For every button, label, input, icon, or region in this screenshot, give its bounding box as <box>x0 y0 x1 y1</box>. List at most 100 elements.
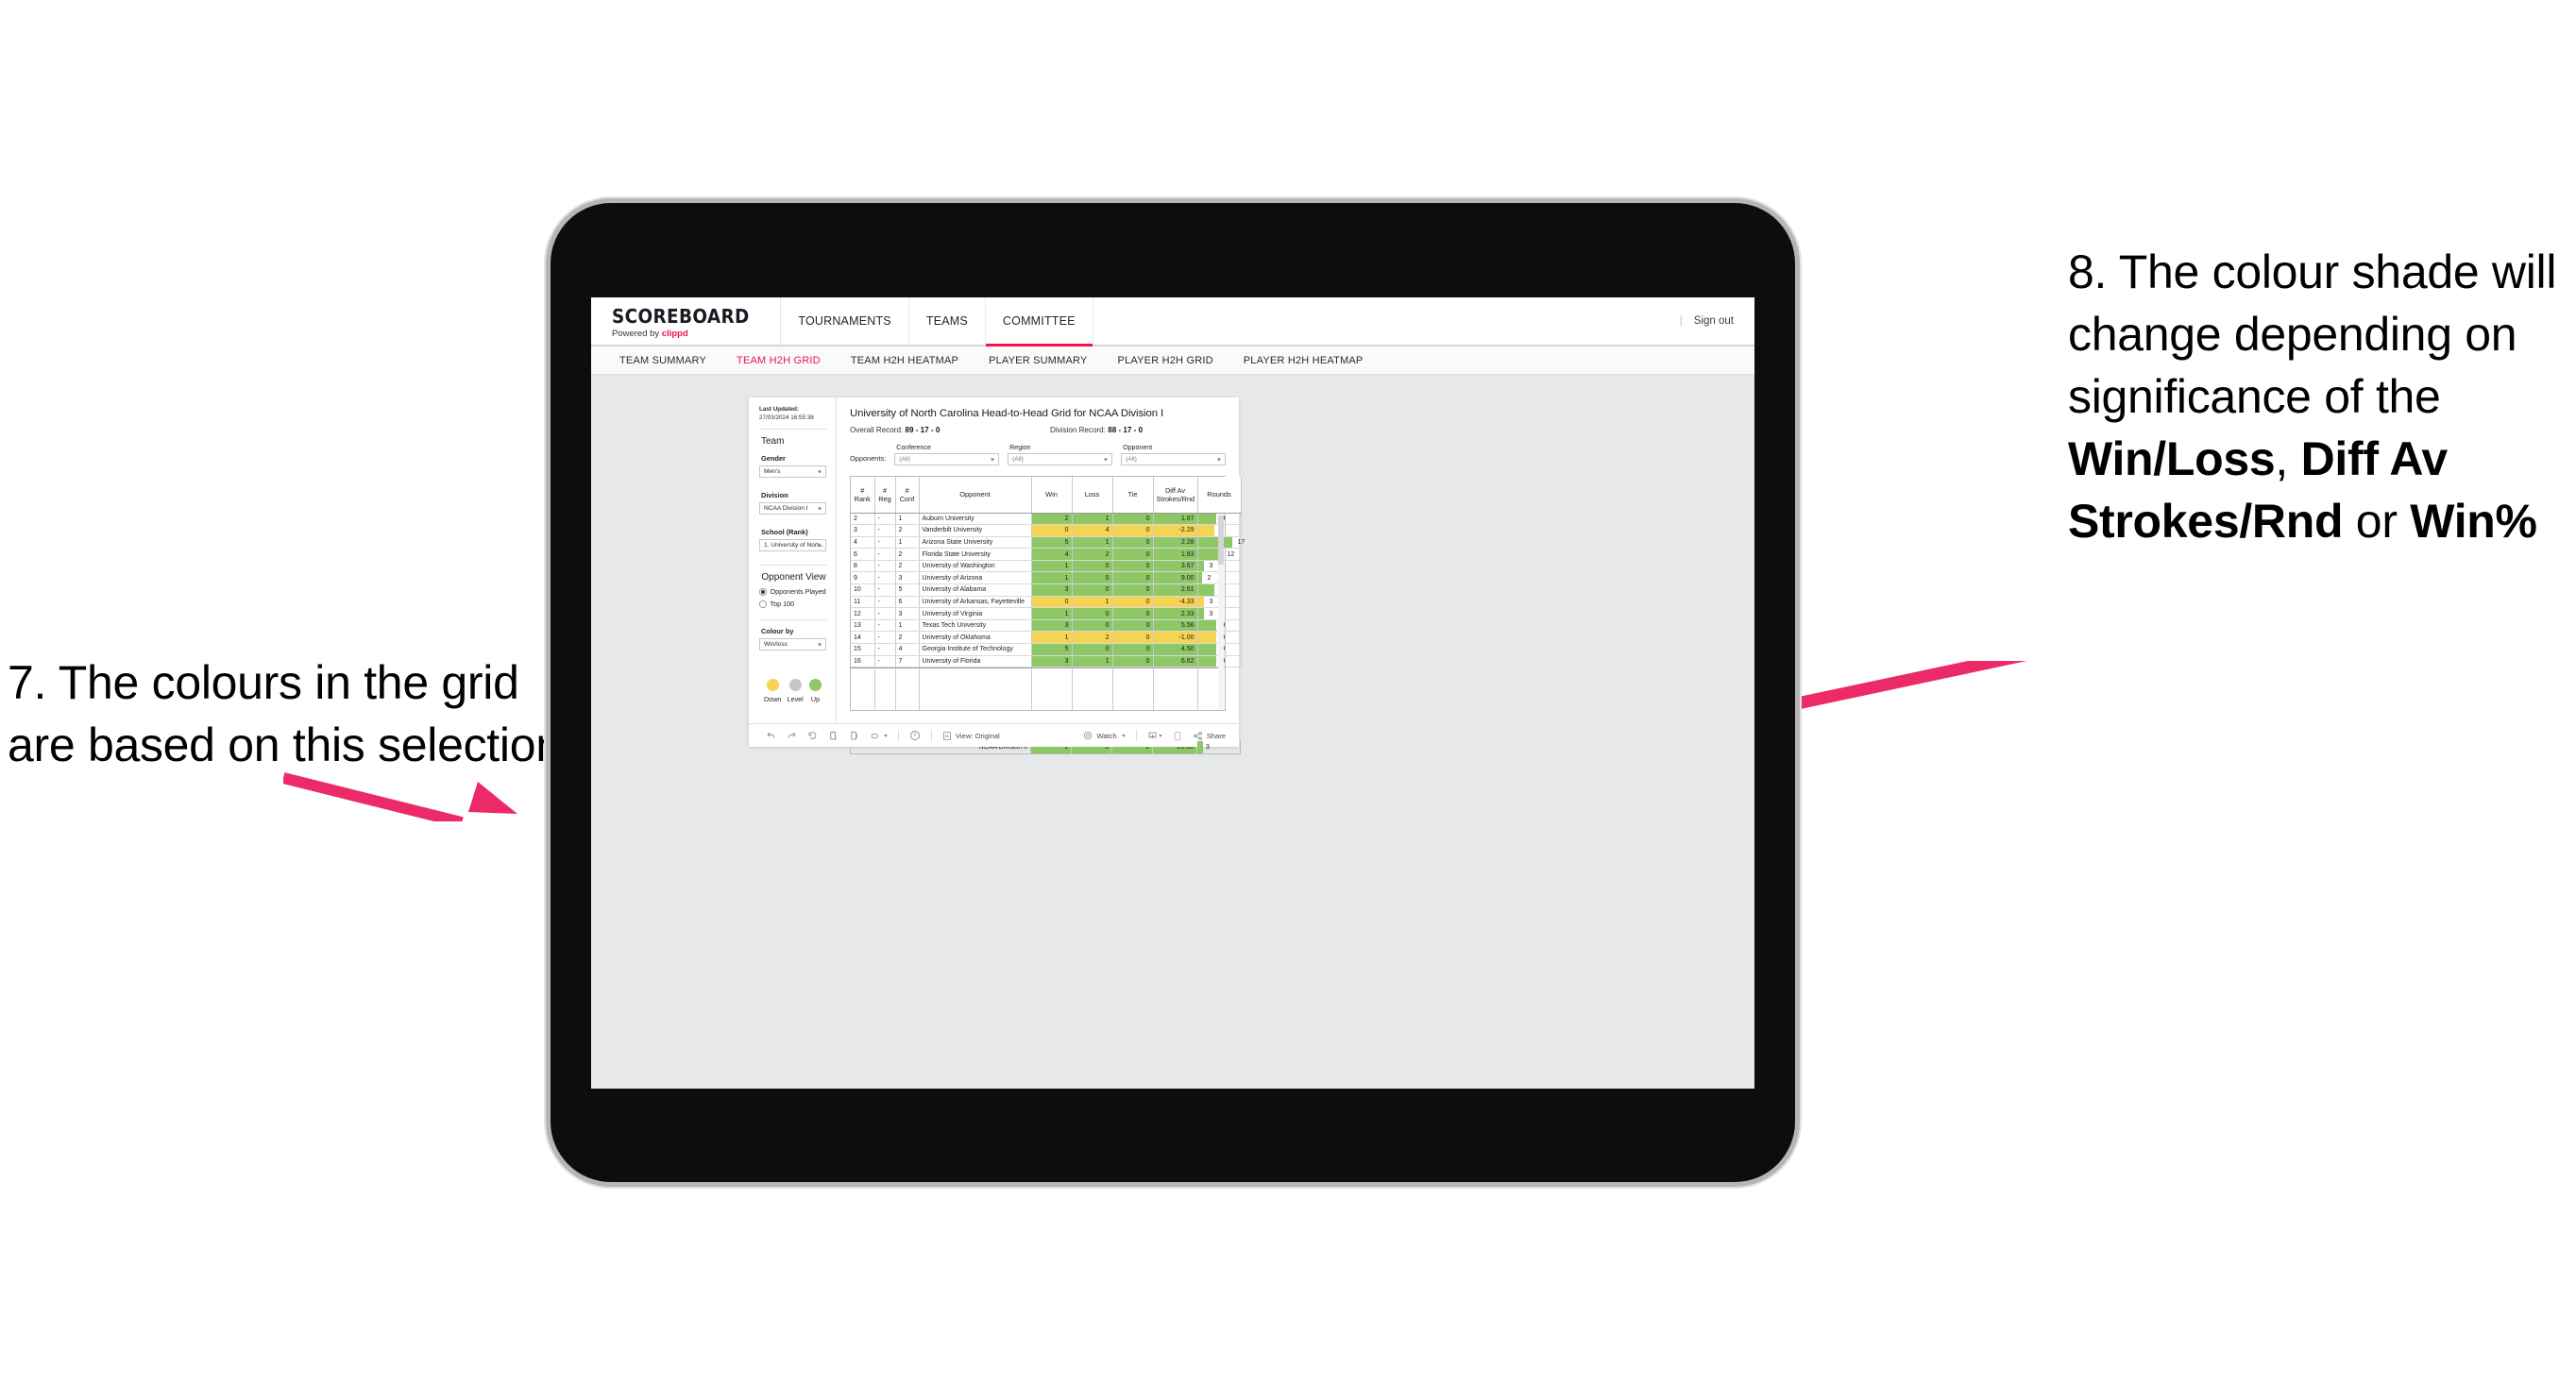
undo-history-icon[interactable] <box>870 731 888 741</box>
legend-item-down: Down <box>764 679 781 703</box>
subnav-item-team-h2h-grid[interactable]: TEAM H2H GRID <box>721 355 836 366</box>
watch-button[interactable]: Watch <box>1083 731 1126 740</box>
colour-by-select[interactable]: Win/loss <box>759 638 826 651</box>
device-preview-icon[interactable] <box>1173 731 1182 741</box>
cell-opponent: University of Alabama <box>919 583 1032 597</box>
view-original-button[interactable]: View: Original <box>942 731 1000 741</box>
school-rank-select[interactable]: 1. University of Nort... <box>759 539 826 552</box>
cell-diff-av-strokes: 4.50 <box>1153 643 1198 656</box>
region-select[interactable]: (All) <box>1008 453 1113 465</box>
cell-conf: 2 <box>895 560 920 573</box>
table-row[interactable]: 8-2 University of Washington 1 0 0 3.67 3 <box>851 560 1242 573</box>
table-scrollbar[interactable] <box>1218 514 1224 710</box>
chevron-down-icon <box>1216 458 1221 461</box>
radio-icon-selected <box>759 588 767 596</box>
opponent-select[interactable]: (All) <box>1121 453 1226 465</box>
col-conf-l1: # <box>905 485 909 495</box>
table-row[interactable]: 10-5University of Alabama3002.618 <box>851 583 1242 597</box>
rounds-bar <box>1197 644 1216 655</box>
refresh-data-icon[interactable] <box>828 731 839 741</box>
subnav-item-team-h2h-heatmap[interactable]: TEAM H2H HEATMAP <box>836 355 974 366</box>
toolbar-divider-2 <box>931 730 932 741</box>
annotation-8-mid2: or <box>2343 495 2411 548</box>
brand-logo: SCOREBOARD Powered by clippd <box>591 297 782 345</box>
cell-opponent: Florida State University <box>919 548 1032 561</box>
cell-rank: 16 <box>851 655 875 668</box>
table-row[interactable]: 6-2 Florida State University 4 2 0 1.83 12 <box>851 548 1242 561</box>
redo-icon[interactable] <box>787 731 797 741</box>
cell-reg: - <box>874 513 896 526</box>
cell-reg: - <box>874 619 896 633</box>
main-content: University of North Carolina Head-to-Hea… <box>837 397 1245 754</box>
col-win: Win <box>1031 477 1073 514</box>
primary-nav: TOURNAMENTS TEAMS COMMITTEE <box>781 297 1093 346</box>
pause-auto-update-icon[interactable] <box>909 730 921 741</box>
app-header: SCOREBOARD Powered by clippd TOURNAMENTS… <box>591 297 1754 346</box>
cell-loss: 0 <box>1072 583 1113 597</box>
col-diff-l2: Strokes/Rnd <box>1156 494 1195 503</box>
school-rank-value: 1. University of Nort... <box>764 542 824 549</box>
subnav-item-player-summary[interactable]: PLAYER SUMMARY <box>974 355 1102 366</box>
table-scrollbar-thumb[interactable] <box>1218 516 1224 565</box>
division-select[interactable]: NCAA Division I <box>759 502 826 516</box>
download-icon[interactable] <box>1147 731 1162 741</box>
rounds-bar <box>1197 572 1202 584</box>
table-row[interactable]: 13-1Texas Tech University3005.569 <box>851 619 1242 633</box>
cell-loss: 0 <box>1072 619 1113 633</box>
chevron-down-icon <box>818 470 822 474</box>
cell-loss: 4 <box>1072 524 1113 537</box>
radio-opponents-played[interactable]: Opponents Played <box>759 587 826 596</box>
h2h-table: # Rank # Reg # Conf Opponent Win Loss Tie D… <box>851 477 1245 668</box>
cell-tie: 0 <box>1112 655 1154 668</box>
pause-updates-icon[interactable] <box>849 731 859 741</box>
arrow-left <box>283 772 517 821</box>
brand-clippd: clippd <box>661 329 688 339</box>
col-tie: Tie <box>1112 477 1154 514</box>
table-row[interactable]: 9-3 University of Arizona 1 0 0 9.00 2 <box>851 571 1242 585</box>
cell-reg: - <box>874 596 896 609</box>
radio-top-100[interactable]: Top 100 <box>759 600 826 608</box>
col-rounds: Rounds <box>1197 477 1242 514</box>
h2h-table-head: # Rank # Reg # Conf Opponent Win Loss Tie D… <box>851 477 1242 514</box>
cell-loss: 2 <box>1072 631 1113 645</box>
cell-tie: 0 <box>1112 583 1154 597</box>
nav-item-committee[interactable]: COMMITTEE <box>985 297 1093 346</box>
table-row[interactable]: 2-1Auburn University2101.679 <box>851 513 1242 526</box>
undo-icon[interactable] <box>766 731 776 741</box>
share-button[interactable]: Share <box>1193 731 1226 741</box>
cell-rank: 14 <box>851 631 875 645</box>
dashboard-card-body: Last Updated: 27/03/2024 16:55:38 Team G… <box>749 397 1245 754</box>
cell-loss: 0 <box>1072 571 1113 585</box>
division-record: Division Record: 88 - 17 - 0 <box>1050 426 1143 434</box>
rounds-bar <box>1197 560 1204 572</box>
annotation-8-mid1: , <box>2275 432 2301 485</box>
table-row[interactable]: 3-2Vanderbilt University040-2.298 <box>851 524 1242 537</box>
cell-win: 1 <box>1031 560 1073 573</box>
table-row[interactable]: 14-2University of Oklahoma120-1.009 <box>851 631 1242 645</box>
cell-diff-av-strokes: -1.00 <box>1153 631 1198 645</box>
sign-out-button[interactable]: | Sign out <box>1680 297 1754 345</box>
subnav-item-team-summary[interactable]: TEAM SUMMARY <box>604 355 721 366</box>
conference-select[interactable]: (All) <box>894 453 1000 465</box>
table-row[interactable]: 12-3 University of Virginia 1 0 0 2.33 3 <box>851 607 1242 620</box>
cell-rank: 11 <box>851 596 875 609</box>
nav-item-tournaments[interactable]: TOURNAMENTS <box>781 297 909 345</box>
gender-select[interactable]: Men's <box>759 465 826 479</box>
cell-tie: 0 <box>1112 619 1154 633</box>
subnav-item-player-h2h-grid[interactable]: PLAYER H2H GRID <box>1103 355 1229 366</box>
table-row[interactable]: 11-6 University of Arkansas, Fayetteville… <box>851 596 1242 609</box>
table-row[interactable]: 4-1 Arizona State University 5 1 0 2.28 17 <box>851 536 1245 549</box>
cell-diff-av-strokes: 6.62 <box>1153 655 1198 668</box>
table-row[interactable]: 16-7University of Florida3106.629 <box>851 655 1242 668</box>
cell-win: 1 <box>1031 571 1073 585</box>
subnav-item-player-h2h-heatmap[interactable]: PLAYER H2H HEATMAP <box>1229 355 1379 366</box>
table-row[interactable]: 15-4 Georgia Institute of Technology 5 0 0 4.… <box>851 643 1242 656</box>
revert-icon[interactable] <box>807 731 818 741</box>
cell-reg: - <box>874 536 896 549</box>
cell-conf: 6 <box>895 596 920 609</box>
cell-opponent: Georgia Institute of Technology <box>919 643 1032 656</box>
col-conf: # Conf <box>895 477 920 514</box>
conference-filter-group: Conference (All) <box>894 444 1000 465</box>
region-filter-group: Region (All) <box>1008 444 1113 465</box>
nav-item-teams[interactable]: TEAMS <box>909 297 986 345</box>
